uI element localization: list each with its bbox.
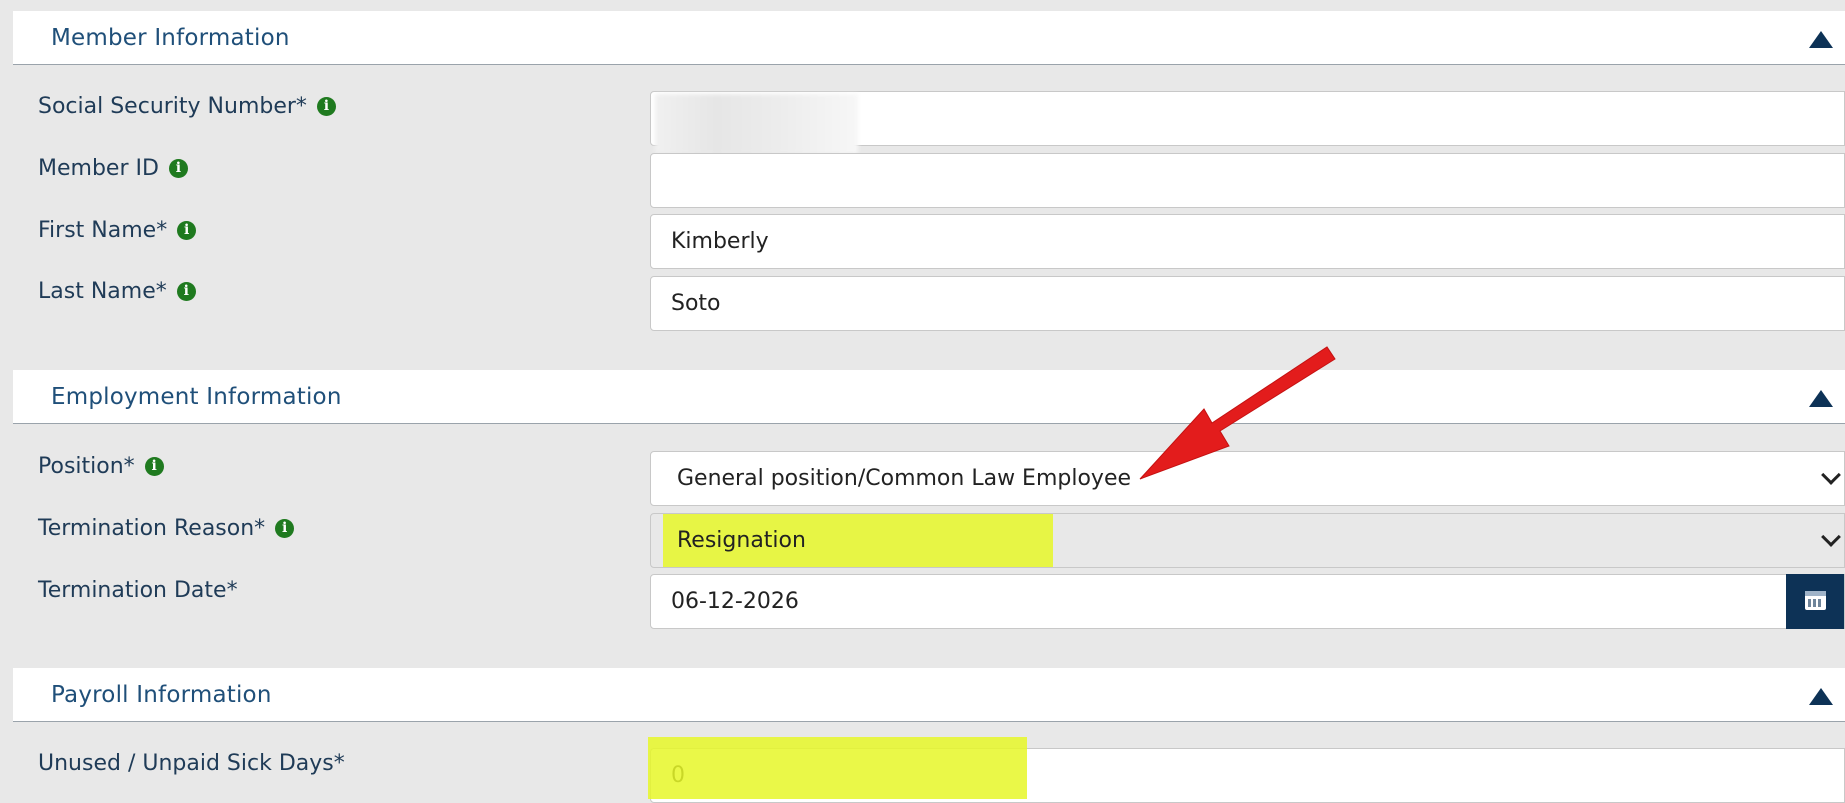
termination-date-label: Termination Date*: [38, 578, 238, 603]
chevron-down-icon[interactable]: [1821, 527, 1841, 547]
collapse-triangle-icon[interactable]: [1809, 688, 1833, 705]
info-icon[interactable]: i: [275, 519, 295, 538]
info-icon[interactable]: i: [177, 221, 197, 240]
calendar-button[interactable]: [1786, 574, 1844, 629]
info-icon[interactable]: i: [168, 159, 188, 178]
ssn-label: Social Security Number* i: [38, 94, 336, 119]
termination-reason-label-text: Termination Reason*: [38, 516, 266, 541]
member-information-header[interactable]: Member Information: [13, 11, 1845, 65]
member-id-label-text: Member ID: [38, 156, 159, 181]
info-icon[interactable]: i: [144, 457, 164, 476]
position-value: General position/Common Law Employee: [677, 466, 1132, 491]
first-name-value: Kimberly: [671, 229, 769, 254]
info-icon[interactable]: i: [176, 282, 196, 301]
position-label-text: Position*: [38, 454, 135, 479]
termination-reason-select[interactable]: Resignation: [650, 513, 1845, 568]
ssn-label-text: Social Security Number*: [38, 94, 307, 119]
sick-days-label: Unused / Unpaid Sick Days*: [38, 751, 345, 776]
employment-information-header[interactable]: Employment Information: [13, 370, 1845, 424]
termination-reason-value: Resignation: [677, 528, 806, 553]
info-icon[interactable]: i: [316, 97, 336, 116]
termination-date-label-text: Termination Date*: [38, 578, 238, 603]
employment-information-title: Employment Information: [51, 384, 342, 410]
redaction-blur: [655, 94, 858, 154]
calendar-icon: [1805, 591, 1826, 610]
termination-date-input[interactable]: 06-12-2026: [650, 574, 1845, 629]
member-id-input[interactable]: [650, 153, 1845, 208]
chevron-down-icon[interactable]: [1821, 465, 1841, 485]
first-name-input[interactable]: Kimberly: [650, 214, 1845, 269]
last-name-input[interactable]: Soto: [650, 276, 1845, 331]
first-name-label: First Name* i: [38, 218, 197, 243]
annotation-arrow: [1139, 346, 1336, 480]
first-name-label-text: First Name*: [38, 218, 168, 243]
termination-date-value: 06-12-2026: [671, 589, 799, 614]
last-name-label-text: Last Name*: [38, 279, 167, 304]
last-name-value: Soto: [671, 291, 721, 316]
highlight-sick-days: [648, 737, 1027, 799]
collapse-triangle-icon[interactable]: [1809, 31, 1833, 48]
sick-days-label-text: Unused / Unpaid Sick Days*: [38, 751, 345, 776]
payroll-information-header[interactable]: Payroll Information: [13, 668, 1845, 722]
termination-reason-label: Termination Reason* i: [38, 516, 295, 541]
member-id-label: Member ID i: [38, 156, 188, 181]
payroll-information-title: Payroll Information: [51, 682, 272, 708]
member-information-title: Member Information: [51, 25, 290, 51]
collapse-triangle-icon[interactable]: [1809, 390, 1833, 407]
last-name-label: Last Name* i: [38, 279, 196, 304]
position-label: Position* i: [38, 454, 164, 479]
